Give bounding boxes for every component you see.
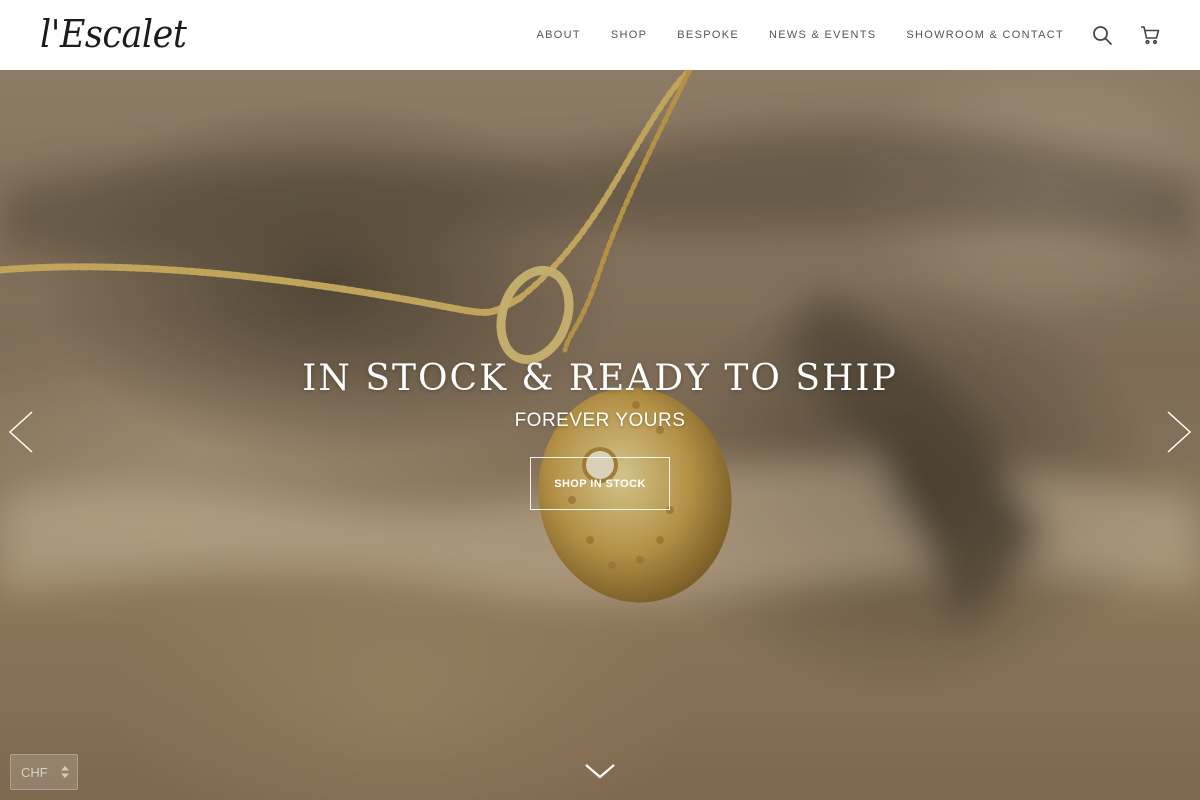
currency-value: CHF — [21, 764, 48, 780]
shop-in-stock-button[interactable]: SHOP IN STOCK — [530, 457, 670, 510]
hero-title: IN STOCK & READY TO SHIP — [302, 358, 898, 399]
nav-item-news-events[interactable]: NEWS & EVENTS — [769, 29, 876, 41]
hero-slideshow: IN STOCK & READY TO SHIP FOREVER YOURS S… — [0, 70, 1200, 800]
site-logo[interactable]: l'Escalet — [40, 12, 187, 56]
chevron-down-icon[interactable] — [583, 760, 617, 782]
hero-subtitle: FOREVER YOURS — [514, 410, 686, 431]
currency-selector[interactable]: CHF — [10, 754, 78, 790]
search-icon[interactable] — [1090, 23, 1114, 47]
nav-item-showroom-contact[interactable]: SHOWROOM & CONTACT — [906, 29, 1064, 41]
nav-item-about[interactable]: ABOUT — [537, 29, 581, 41]
nav-item-bespoke[interactable]: BESPOKE — [677, 29, 739, 41]
cart-icon[interactable] — [1138, 23, 1162, 47]
select-caret-icon — [61, 766, 69, 778]
site-header: l'Escalet ABOUT SHOP BESPOKE NEWS & EVEN… — [0, 0, 1200, 70]
main-nav: ABOUT SHOP BESPOKE NEWS & EVENTS SHOWROO… — [537, 0, 1064, 70]
nav-item-shop[interactable]: SHOP — [611, 29, 647, 41]
